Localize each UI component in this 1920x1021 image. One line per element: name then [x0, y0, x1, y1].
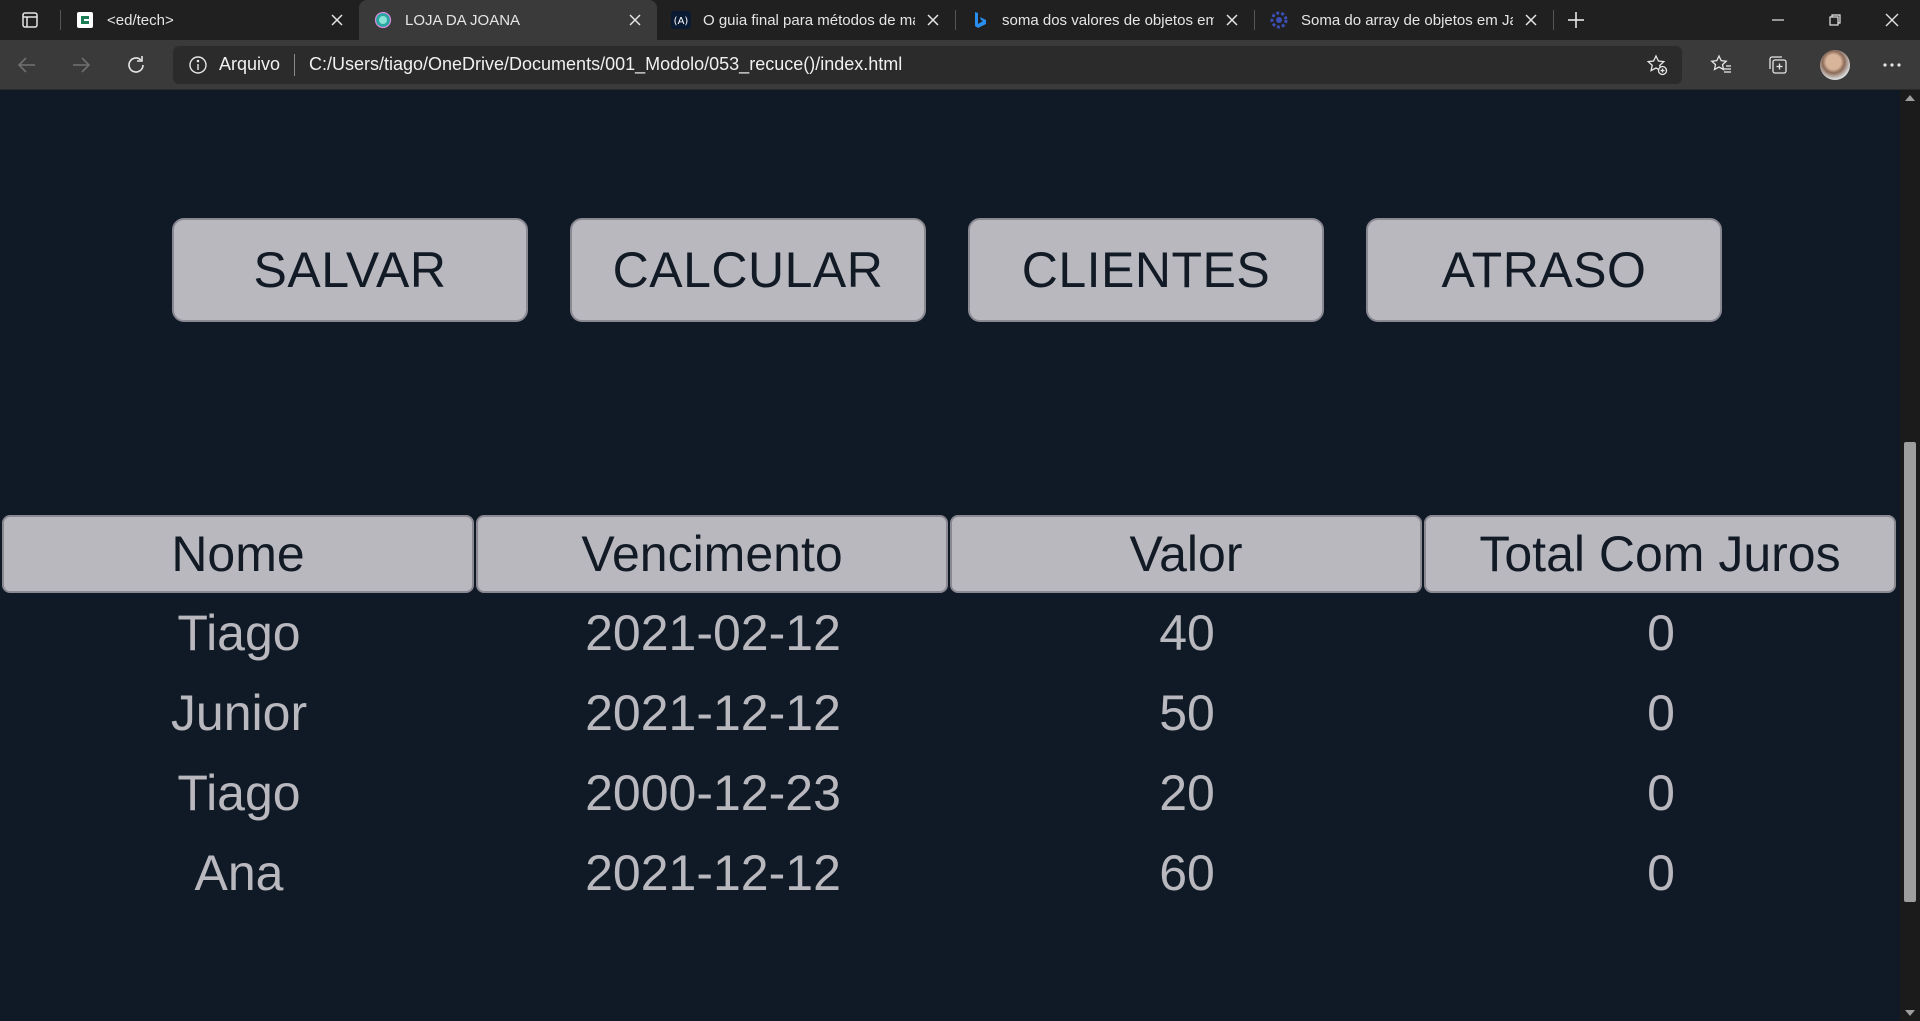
scroll-up-icon[interactable]	[1900, 90, 1920, 106]
late-button[interactable]: ATRASO	[1366, 218, 1722, 322]
address-bar[interactable]: Arquivo C:/Users/tiago/OneDrive/Document…	[172, 45, 1683, 84]
site-info-label[interactable]: Arquivo	[219, 54, 280, 75]
globe-favicon-icon	[373, 10, 393, 30]
favorites-button[interactable]	[1692, 40, 1749, 89]
navigation-bar: Arquivo C:/Users/tiago/OneDrive/Document…	[0, 40, 1920, 90]
header-nome: Nome	[2, 515, 474, 593]
more-options-icon	[1882, 62, 1901, 67]
cell-total: 0	[1647, 685, 1675, 741]
avatar	[1819, 49, 1850, 80]
restore-icon	[1828, 14, 1841, 26]
forward-arrow-icon	[73, 56, 91, 73]
cell-valor: 20	[1159, 765, 1215, 821]
scrollbar-thumb[interactable]	[1904, 442, 1916, 902]
cell-total: 0	[1647, 845, 1675, 901]
minimize-icon	[1771, 19, 1784, 21]
header-valor: Valor	[950, 515, 1422, 593]
add-favorite-button[interactable]	[1642, 50, 1672, 80]
bing-favicon-icon	[970, 10, 990, 30]
scroll-down-icon[interactable]	[1900, 1005, 1920, 1021]
refresh-icon	[128, 55, 144, 73]
close-icon	[1885, 13, 1898, 27]
calculate-button[interactable]: CALCULAR	[570, 218, 926, 322]
cell-vencimento: 2021-12-12	[585, 845, 841, 901]
table-row: Tiago 2021-02-12 40 0	[2, 593, 1898, 673]
forward-button[interactable]	[54, 40, 108, 89]
collections-button[interactable]	[1749, 40, 1806, 89]
close-tab-icon[interactable]	[327, 10, 347, 30]
close-tab-icon[interactable]	[625, 10, 645, 30]
close-window-button[interactable]	[1863, 0, 1920, 40]
table-row: Ana 2021-12-12 60 0	[2, 833, 1898, 913]
tab-soma-array[interactable]: Soma do array de objetos em Ja	[1255, 0, 1553, 40]
table-body: Tiago 2021-02-12 40 0 Junior 2021-12-12 …	[2, 593, 1898, 913]
table-header: Nome Vencimento Valor Total Com Juros	[2, 515, 1898, 593]
tab-title: O guia final para métodos de ma	[703, 11, 915, 29]
tab-title: <ed/tech>	[107, 11, 174, 29]
tab-actions-icon	[22, 12, 38, 28]
tab-actions-button[interactable]	[0, 0, 60, 40]
cell-nome: Junior	[170, 685, 308, 741]
collections-icon	[1768, 55, 1787, 74]
back-button[interactable]	[0, 40, 54, 89]
action-buttons: SALVAR CALCULAR CLIENTES ATRASO	[172, 218, 1764, 322]
save-button[interactable]: SALVAR	[172, 218, 528, 322]
svg-text:(A): (A)	[674, 16, 689, 27]
cell-nome: Ana	[194, 845, 284, 901]
cell-vencimento: 2021-02-12	[585, 605, 841, 661]
tab-soma-valores[interactable]: soma dos valores de objetos em	[956, 0, 1254, 40]
close-tab-icon[interactable]	[923, 10, 943, 30]
tab-edtech[interactable]: <ed/tech>	[61, 0, 359, 40]
cell-valor: 50	[1159, 685, 1215, 741]
alura-favicon-icon: (A)	[671, 10, 691, 30]
restore-button[interactable]	[1806, 0, 1863, 40]
tab-guia-metodos[interactable]: (A) O guia final para métodos de ma	[657, 0, 955, 40]
back-arrow-icon	[18, 56, 36, 73]
header-vencimento: Vencimento	[476, 515, 948, 593]
address-divider	[293, 53, 295, 76]
tab-title: soma dos valores de objetos em	[1002, 11, 1214, 29]
table-row: Tiago 2000-12-23 20 0	[2, 753, 1898, 833]
vertical-scrollbar[interactable]	[1900, 90, 1920, 1021]
close-tab-icon[interactable]	[1222, 10, 1242, 30]
tab-loja-da-joana[interactable]: LOJA DA JOANA	[359, 0, 657, 40]
plus-icon	[1568, 12, 1584, 28]
tab-title: Soma do array de objetos em Ja	[1301, 11, 1513, 29]
cell-valor: 60	[1159, 845, 1215, 901]
cell-nome: Tiago	[177, 765, 301, 821]
table-row: Junior 2021-12-12 50 0	[2, 673, 1898, 753]
tab-title: LOJA DA JOANA	[405, 11, 521, 29]
cell-vencimento: 2000-12-23	[585, 765, 841, 821]
profile-button[interactable]	[1806, 40, 1863, 89]
page-viewport: SALVAR CALCULAR CLIENTES ATRASO Nome Ven…	[0, 90, 1900, 1021]
edtech-favicon-icon	[75, 10, 95, 30]
cell-total: 0	[1647, 605, 1675, 661]
settings-menu-button[interactable]	[1863, 40, 1920, 89]
header-total-com-juros: Total Com Juros	[1424, 515, 1896, 593]
refresh-button[interactable]	[109, 40, 163, 89]
window-controls	[1749, 0, 1920, 40]
favorites-icon	[1709, 53, 1731, 73]
url-text[interactable]: C:/Users/tiago/OneDrive/Documents/001_Mo…	[309, 54, 1642, 75]
star-plus-icon	[1646, 53, 1668, 75]
clients-table: Nome Vencimento Valor Total Com Juros Ti…	[2, 515, 1898, 913]
new-tab-button[interactable]	[1554, 0, 1598, 40]
gear-favicon-icon	[1269, 10, 1289, 30]
info-icon[interactable]	[187, 54, 209, 76]
minimize-button[interactable]	[1749, 0, 1806, 40]
cell-total: 0	[1647, 765, 1675, 821]
tab-strip: <ed/tech> LOJA DA JOANA (A) O guia final…	[0, 0, 1920, 40]
close-tab-icon[interactable]	[1521, 10, 1541, 30]
cell-vencimento: 2021-12-12	[585, 685, 841, 741]
toolbar-right	[1692, 40, 1920, 89]
cell-valor: 40	[1159, 605, 1215, 661]
cell-nome: Tiago	[177, 605, 301, 661]
clients-button[interactable]: CLIENTES	[968, 218, 1324, 322]
